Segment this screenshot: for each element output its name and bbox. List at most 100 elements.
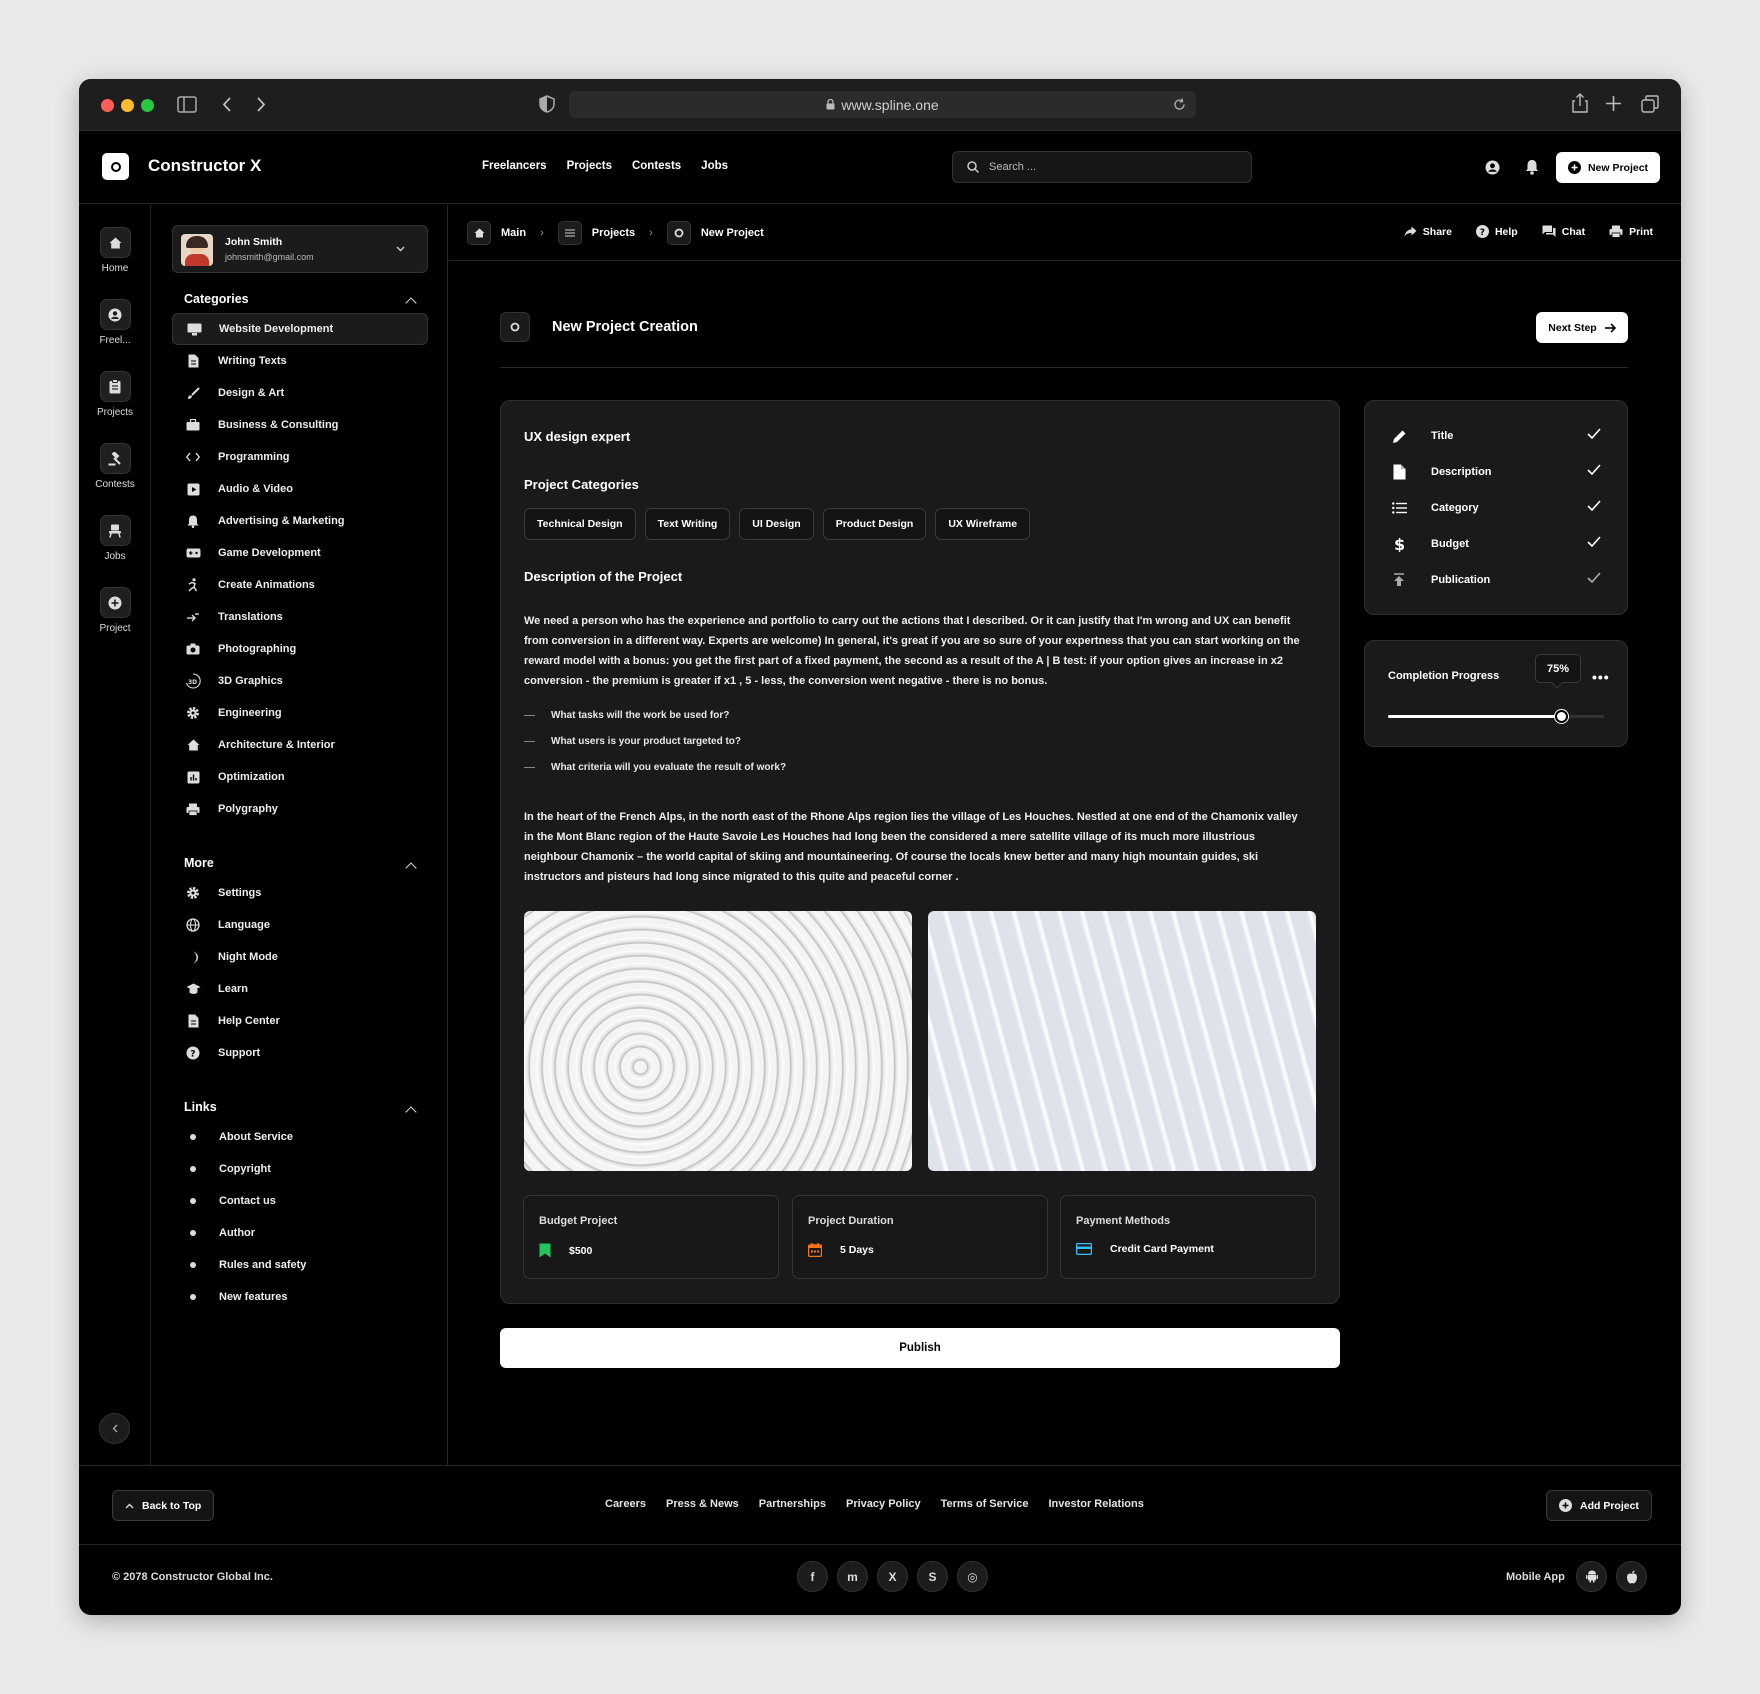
- sidebar-item-design-art[interactable]: Design & Art: [172, 377, 428, 409]
- rail-item-jobs[interactable]: Jobs: [79, 515, 151, 562]
- footer-link-privacy[interactable]: Privacy Policy: [846, 1498, 921, 1510]
- sidebar-link-about-service[interactable]: About Service: [172, 1121, 428, 1153]
- print-button[interactable]: Print: [1609, 225, 1653, 238]
- skype-icon[interactable]: S: [917, 1561, 948, 1592]
- sidebar-link-copyright[interactable]: Copyright: [172, 1153, 428, 1185]
- new-project-button[interactable]: New Project: [1556, 152, 1660, 183]
- sidebar-link-new-features[interactable]: New features: [172, 1281, 428, 1313]
- more-options-icon[interactable]: •••: [1592, 669, 1610, 685]
- chat-button[interactable]: Chat: [1542, 225, 1585, 238]
- sidebar-item-business-consulting[interactable]: Business & Consulting: [172, 409, 428, 441]
- sidebar-item-optimization[interactable]: Optimization: [172, 761, 428, 793]
- footer-link-careers[interactable]: Careers: [605, 1498, 646, 1510]
- sidebar-item-learn[interactable]: Learn: [172, 973, 428, 1005]
- reload-icon[interactable]: [1173, 98, 1186, 111]
- sidebar-item-game-development[interactable]: Game Development: [172, 537, 428, 569]
- sidebar-item-programming[interactable]: Programming: [172, 441, 428, 473]
- sidebar-item-audio-video[interactable]: Audio & Video: [172, 473, 428, 505]
- sidebar-item-website-development[interactable]: Website Development: [172, 313, 428, 345]
- nav-contests[interactable]: Contests: [632, 160, 681, 172]
- logo[interactable]: [102, 153, 129, 180]
- sidebar-item-create-animations[interactable]: Create Animations: [172, 569, 428, 601]
- tabs-overview-icon[interactable]: [1641, 95, 1659, 113]
- rail-item-project[interactable]: Project: [79, 587, 151, 634]
- sidebar-item-writing-texts[interactable]: Writing Texts: [172, 345, 428, 377]
- sidebar-link-author[interactable]: Author: [172, 1217, 428, 1249]
- nav-freelancers[interactable]: Freelancers: [482, 160, 547, 172]
- footer-link-press[interactable]: Press & News: [666, 1498, 739, 1510]
- sidebar-link-rules-safety[interactable]: Rules and safety: [172, 1249, 428, 1281]
- share-icon[interactable]: [1572, 93, 1588, 113]
- next-step-button[interactable]: Next Step: [1536, 312, 1628, 343]
- search-input[interactable]: Search ...: [952, 151, 1252, 183]
- close-window-button[interactable]: [101, 99, 114, 112]
- sidebar-item-translations[interactable]: Translations: [172, 601, 428, 633]
- sidebar-item-support[interactable]: ? Support: [172, 1037, 428, 1069]
- messenger-icon[interactable]: m: [837, 1561, 868, 1592]
- step-title[interactable]: Title: [1391, 426, 1601, 446]
- step-description[interactable]: Description: [1391, 462, 1601, 482]
- slider-handle[interactable]: [1554, 710, 1568, 723]
- footer-link-partnerships[interactable]: Partnerships: [759, 1498, 826, 1510]
- nav-jobs[interactable]: Jobs: [701, 160, 728, 172]
- help-button[interactable]: ? Help: [1475, 225, 1518, 238]
- tag[interactable]: Text Writing: [644, 508, 731, 540]
- sidebar-item-advertising-marketing[interactable]: Advertising & Marketing: [172, 505, 428, 537]
- bell-icon[interactable]: [1525, 159, 1539, 175]
- tag[interactable]: Product Design: [822, 508, 927, 540]
- sidebar-item-3d-graphics[interactable]: 3D 3D Graphics: [172, 665, 428, 697]
- tag[interactable]: UX Wireframe: [935, 508, 1031, 540]
- forward-arrow-icon[interactable]: [255, 96, 267, 113]
- apple-icon[interactable]: [1616, 1561, 1647, 1592]
- step-category[interactable]: Category: [1391, 498, 1601, 518]
- breadcrumb-projects[interactable]: Projects: [557, 221, 635, 245]
- maximize-window-button[interactable]: [141, 99, 154, 112]
- android-icon[interactable]: [1576, 1561, 1607, 1592]
- step-publication[interactable]: Publication: [1391, 570, 1601, 590]
- step-budget[interactable]: $ Budget: [1391, 534, 1601, 554]
- back-to-top-button[interactable]: Back to Top: [112, 1490, 215, 1521]
- sidebar-item-night-mode[interactable]: Night Mode: [172, 941, 428, 973]
- categories-collapse-icon[interactable]: [405, 297, 417, 309]
- shield-icon[interactable]: [539, 95, 555, 113]
- sidebar-item-architecture-interior[interactable]: Architecture & Interior: [172, 729, 428, 761]
- add-project-button[interactable]: Add Project: [1546, 1490, 1652, 1521]
- arrow-right-icon: [1604, 322, 1616, 333]
- project-image-paper[interactable]: [524, 911, 912, 1171]
- breadcrumb-new-project[interactable]: New Project: [666, 221, 764, 245]
- nav-projects[interactable]: Projects: [567, 160, 612, 172]
- sidebar-item-polygraphy[interactable]: Polygraphy: [172, 793, 428, 825]
- rail-item-contests[interactable]: Contests: [79, 443, 151, 490]
- tag[interactable]: UI Design: [739, 508, 814, 540]
- sidebar-item-engineering[interactable]: Engineering: [172, 697, 428, 729]
- back-arrow-icon[interactable]: [221, 96, 233, 113]
- publish-button[interactable]: Publish: [500, 1328, 1340, 1368]
- share-button[interactable]: Share: [1404, 225, 1452, 238]
- sidebar-toggle-icon[interactable]: [177, 96, 197, 113]
- footer-link-investors[interactable]: Investor Relations: [1048, 1498, 1143, 1510]
- tag[interactable]: Technical Design: [524, 508, 636, 540]
- footer-link-terms[interactable]: Terms of Service: [941, 1498, 1029, 1510]
- instagram-icon[interactable]: ◎: [957, 1561, 988, 1592]
- sidebar-item-language[interactable]: Language: [172, 909, 428, 941]
- sidebar-item-help-center[interactable]: Help Center: [172, 1005, 428, 1037]
- sidebar-link-contact-us[interactable]: Contact us: [172, 1185, 428, 1217]
- address-bar[interactable]: www.spline.one: [569, 91, 1196, 118]
- x-twitter-icon[interactable]: X: [877, 1561, 908, 1592]
- rail-item-home[interactable]: Home: [79, 227, 151, 274]
- facebook-icon[interactable]: f: [797, 1561, 828, 1592]
- links-collapse-icon[interactable]: [405, 1106, 417, 1118]
- sidebar-item-settings[interactable]: Settings: [172, 877, 428, 909]
- collapse-sidebar-button[interactable]: [99, 1413, 130, 1444]
- rail-item-freelancers[interactable]: Freel...: [79, 299, 151, 346]
- rail-item-projects[interactable]: Projects: [79, 371, 151, 418]
- project-image-waves[interactable]: [928, 911, 1316, 1171]
- user-switcher[interactable]: John Smith johnsmith@gmail.com: [172, 225, 428, 273]
- user-account-icon[interactable]: [1485, 160, 1500, 175]
- minimize-window-button[interactable]: [121, 99, 134, 112]
- breadcrumb-main[interactable]: Main: [467, 221, 526, 245]
- sidebar-item-photographing[interactable]: Photographing: [172, 633, 428, 665]
- new-tab-icon[interactable]: [1606, 96, 1621, 111]
- progress-slider[interactable]: [1388, 710, 1604, 723]
- more-collapse-icon[interactable]: [405, 862, 417, 874]
